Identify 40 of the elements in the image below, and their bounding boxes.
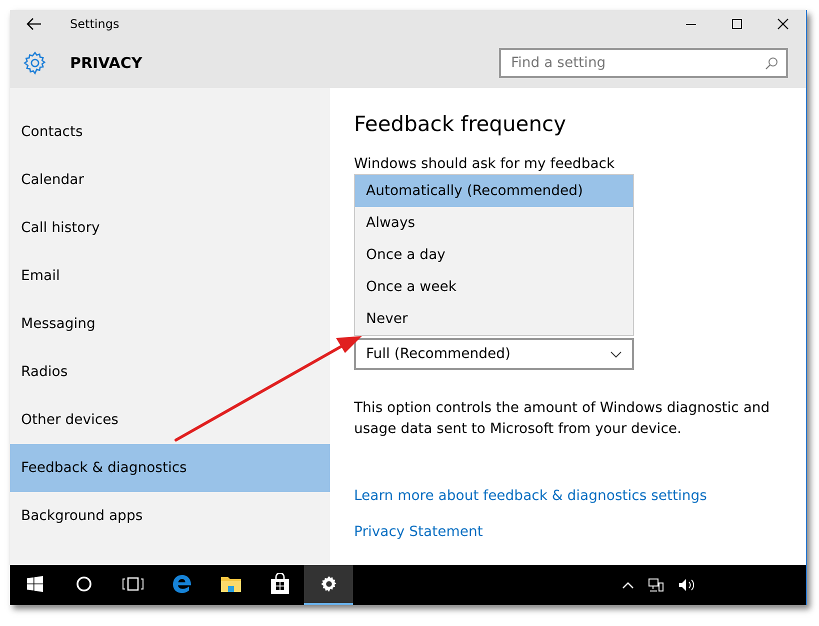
field-label: Windows should ask for my feedback: [354, 156, 615, 172]
diagnostic-dropdown[interactable]: Full (Recommended): [354, 338, 634, 370]
chevron-icon: [610, 350, 622, 358]
browser-icon: [172, 574, 192, 594]
description-text: This option controls the amount of Windows diagnostic and usage data sent to Microsoft from your device.: [354, 399, 771, 439]
sidebar-item[interactable]: Contacts: [10, 108, 330, 156]
sidebar-item[interactable]: Email: [10, 252, 330, 300]
task-view-icon: [122, 577, 144, 591]
link[interactable]: Privacy Statement: [354, 524, 483, 540]
dropdown-option[interactable]: Automatically (Recommended): [355, 175, 633, 207]
dropdown-option[interactable]: Always: [355, 207, 633, 239]
chevron-up-icon[interactable]: [622, 581, 634, 589]
taskbar-button[interactable]: [304, 565, 353, 605]
section-heading: Feedback frequency: [354, 112, 566, 136]
settings-icon: [318, 574, 338, 594]
circle-icon: [76, 576, 92, 592]
shopping-bag-icon: [270, 573, 290, 595]
window-title: Settings: [70, 17, 120, 31]
sidebar-item[interactable]: Messaging: [10, 300, 330, 348]
page-title: PRIVACY: [70, 54, 142, 72]
search-icon: [765, 57, 778, 70]
close-icon: [777, 18, 789, 30]
dropdown-option[interactable]: Never: [355, 303, 633, 335]
folder-icon: [220, 574, 242, 594]
windows-logo-icon: [26, 576, 42, 592]
back-arrow-icon: [26, 17, 42, 31]
link[interactable]: Learn more about feedback & diagnostics settings: [354, 488, 707, 504]
dropdown-option[interactable]: Once a day: [355, 239, 633, 271]
maximize-icon: [731, 18, 743, 30]
sidebar-item[interactable]: Feedback & diagnostics: [10, 444, 330, 492]
volume-icon[interactable]: [678, 578, 696, 592]
network-icon[interactable]: [648, 578, 664, 592]
sidebar-item[interactable]: Radios: [10, 348, 330, 396]
search-field[interactable]: Find a setting: [499, 48, 788, 78]
sidebar-item[interactable]: Background apps: [10, 492, 330, 540]
sidebar-item[interactable]: Calendar: [10, 156, 330, 204]
settings-icon: [22, 50, 48, 76]
sidebar-item[interactable]: Call history: [10, 204, 330, 252]
sidebar-item[interactable]: Other devices: [10, 396, 330, 444]
dropdown-option[interactable]: Once a week: [355, 271, 633, 303]
